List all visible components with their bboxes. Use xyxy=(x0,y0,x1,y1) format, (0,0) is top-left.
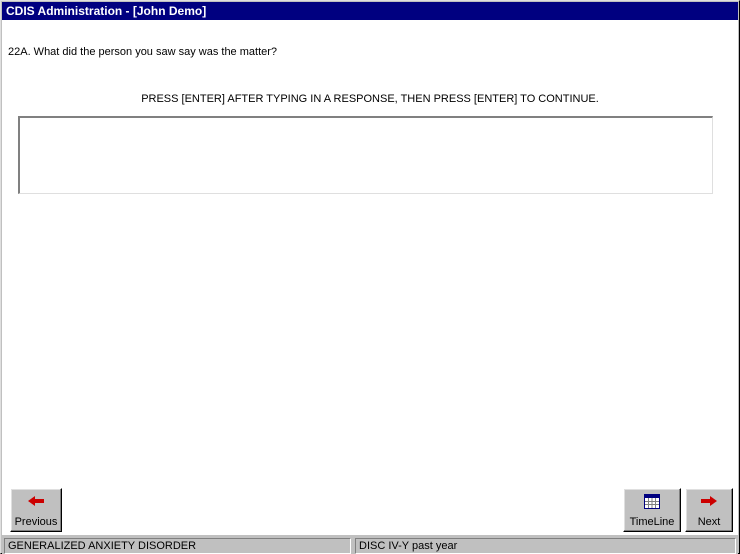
title-bar: CDIS Administration - [John Demo] xyxy=(2,2,738,20)
question-text: 22A. What did the person you saw say was… xyxy=(8,46,278,58)
status-version: DISC IV-Y past year xyxy=(355,538,736,554)
status-bar: GENERALIZED ANXIETY DISORDER DISC IV-Y p… xyxy=(2,536,738,554)
previous-label: Previous xyxy=(14,516,58,528)
arrow-left-icon xyxy=(11,494,61,508)
app-window: CDIS Administration - [John Demo] 22A. W… xyxy=(0,0,740,554)
next-label: Next xyxy=(697,516,721,528)
timeline-button[interactable]: TimeLine xyxy=(623,488,681,532)
window-title: CDIS Administration - [John Demo] xyxy=(6,4,207,18)
question-panel: 22A. What did the person you saw say was… xyxy=(2,20,738,535)
instruction-text: PRESS [ENTER] AFTER TYPING IN A RESPONSE… xyxy=(141,93,599,105)
calendar-icon xyxy=(624,493,680,509)
next-button[interactable]: Next xyxy=(685,488,733,532)
previous-button[interactable]: Previous xyxy=(10,488,62,532)
status-module: GENERALIZED ANXIETY DISORDER xyxy=(4,538,351,554)
arrow-right-icon xyxy=(686,494,732,508)
response-input[interactable] xyxy=(18,116,713,194)
timeline-label: TimeLine xyxy=(629,516,675,528)
